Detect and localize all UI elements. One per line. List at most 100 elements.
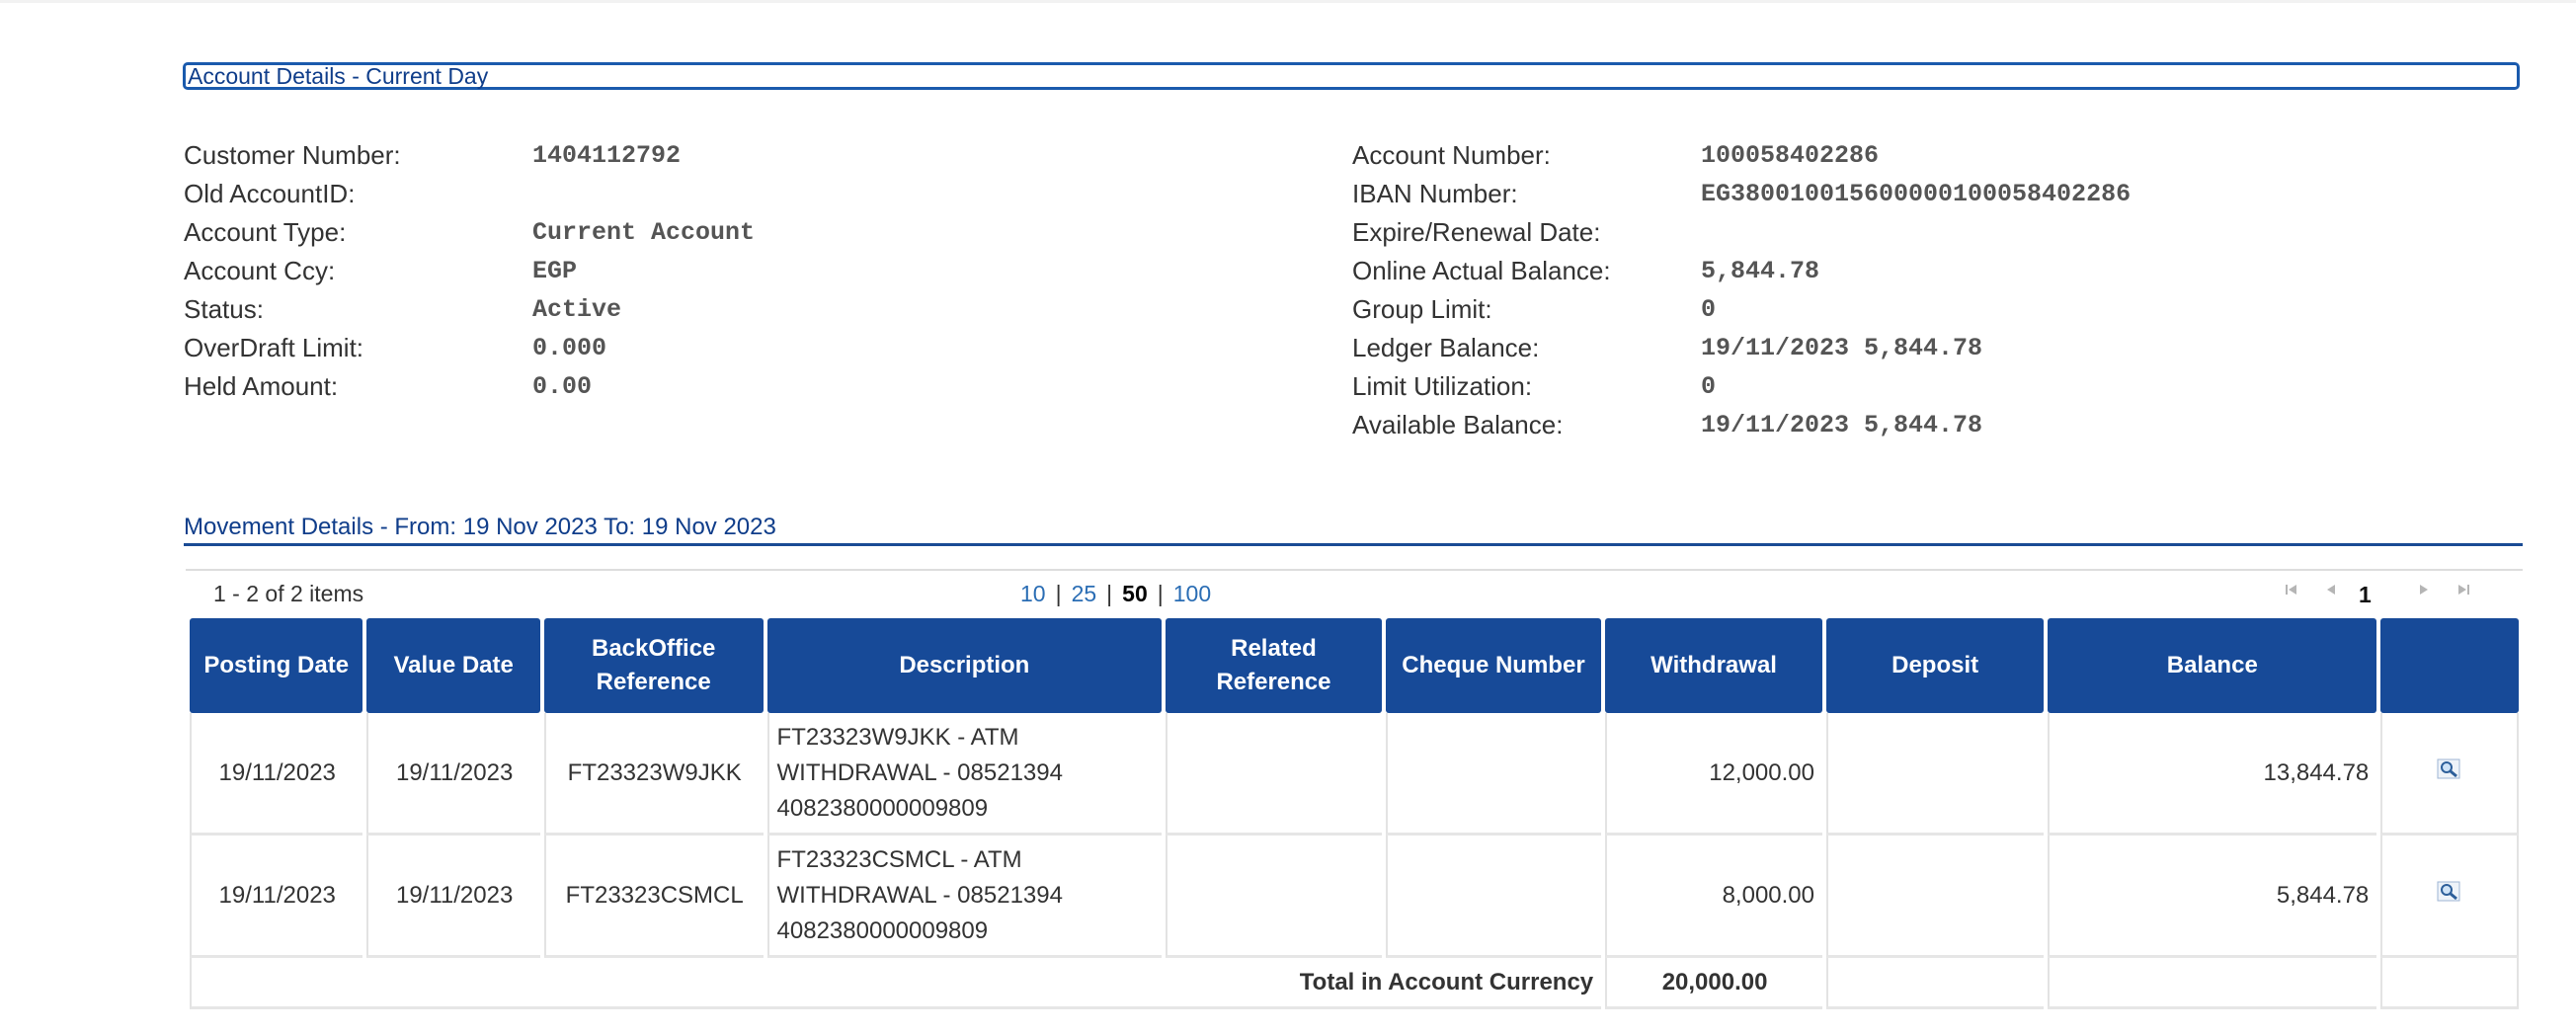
info-label: Status: [184, 294, 264, 324]
cell-backoffice-reference: FT23323CSMCL [543, 836, 764, 958]
info-row-status: Status: Active [184, 290, 1073, 329]
info-label: Limit Utilization: [1352, 371, 1533, 401]
separator: | [1157, 581, 1164, 606]
info-label: Ledger Balance: [1352, 333, 1540, 362]
info-label: Held Amount: [184, 371, 339, 401]
info-row-account-type: Account Type: Current Account [184, 213, 1073, 252]
cell-cheque-number [1385, 836, 1602, 958]
column-header-backoffice-reference[interactable]: BackOffice Reference [543, 618, 764, 713]
page: Account Details - Current Day Customer N… [0, 0, 2576, 1035]
page-size-100[interactable]: 100 [1173, 581, 1211, 606]
pager-bar: 1 - 2 of 2 items 10 | 25 | 50 | 100 1 [186, 569, 2523, 618]
current-page-number[interactable]: 1 [2359, 582, 2372, 608]
cell-posting-date: 19/11/2023 [190, 836, 363, 958]
page-size-50[interactable]: 50 [1122, 581, 1148, 606]
total-balance [2048, 958, 2377, 1009]
table-row: 19/11/2023 19/11/2023 FT23323CSMCL FT233… [190, 836, 2519, 958]
separator: | [1106, 581, 1113, 606]
description-line: FT23323CSMCL - ATM [776, 845, 1022, 873]
info-row-account-ccy: Account Ccy: EGP [184, 252, 1073, 290]
info-value: 0.000 [532, 334, 607, 362]
total-deposit [1826, 958, 2045, 1009]
prev-page-icon[interactable] [2319, 581, 2343, 606]
separator: | [1055, 581, 1062, 606]
page-size-selector: 10 | 25 | 50 | 100 [1020, 581, 1211, 607]
page-size-10[interactable]: 10 [1020, 581, 1046, 606]
info-value: 0 [1701, 295, 1717, 324]
cell-description: FT23323CSMCL - ATM WITHDRAWAL - 08521394… [766, 836, 1163, 958]
cell-actions [2380, 836, 2519, 958]
column-header-related-reference[interactable]: Related Reference [1166, 618, 1382, 713]
first-page-icon[interactable] [2280, 581, 2303, 606]
info-value: 0.00 [532, 372, 593, 401]
info-row-online-actual-balance: Online Actual Balance: 5,844.78 [1352, 252, 2439, 290]
account-details-header[interactable]: Account Details - Current Day [183, 62, 2520, 90]
info-value: Active [532, 295, 622, 324]
cell-cheque-number [1385, 713, 1602, 836]
column-header-withdrawal[interactable]: Withdrawal [1605, 618, 1822, 713]
movement-details-title: Movement Details - From: 19 Nov 2023 To:… [184, 514, 776, 540]
movement-divider [184, 543, 2523, 546]
cell-deposit [1826, 713, 2045, 836]
magnifier-icon[interactable] [2437, 878, 2462, 901]
cell-description: FT23323W9JKK - ATM WITHDRAWAL - 08521394… [766, 713, 1163, 836]
cell-related-reference [1166, 713, 1382, 836]
cell-actions [2380, 713, 2519, 836]
cell-balance: 5,844.78 [2048, 836, 2377, 958]
cell-withdrawal: 12,000.00 [1605, 713, 1822, 836]
info-value: 5,844.78 [1701, 257, 1820, 285]
magnifier-icon[interactable] [2437, 756, 2462, 778]
cell-balance: 13,844.78 [2048, 713, 2377, 836]
info-value: 19/11/2023 5,844.78 [1701, 411, 1983, 439]
info-value: 19/11/2023 5,844.78 [1701, 334, 1983, 362]
info-row-customer-number: Customer Number: 1404112792 [184, 136, 1073, 175]
info-row-expire-renewal-date: Expire/Renewal Date: [1352, 213, 2439, 252]
info-label: Account Ccy: [184, 256, 336, 285]
info-label: IBAN Number: [1352, 179, 1518, 208]
info-label: Customer Number: [184, 140, 401, 170]
cell-backoffice-reference: FT23323W9JKK [543, 713, 764, 836]
next-page-icon[interactable] [2412, 581, 2436, 606]
info-value: 100058402286 [1701, 141, 1880, 170]
column-header-description[interactable]: Description [766, 618, 1163, 713]
info-label: Available Balance: [1352, 410, 1564, 439]
info-row-available-balance: Available Balance: 19/11/2023 5,844.78 [1352, 406, 2439, 444]
items-count: 1 - 2 of 2 items [213, 581, 364, 606]
cell-value-date: 19/11/2023 [366, 836, 540, 958]
cell-withdrawal: 8,000.00 [1605, 836, 1822, 958]
cell-related-reference [1166, 836, 1382, 958]
info-label: Account Number: [1352, 140, 1551, 170]
total-actions [2380, 958, 2519, 1009]
pager-nav [2280, 581, 2517, 610]
description-line: WITHDRAWAL - 08521394 [776, 881, 1063, 909]
description-line: 4082380000009809 [776, 916, 989, 944]
info-row-limit-utilization: Limit Utilization: 0 [1352, 367, 2439, 406]
column-header-deposit[interactable]: Deposit [1826, 618, 2045, 713]
column-header-posting-date[interactable]: Posting Date [190, 618, 363, 713]
column-header-cheque-number[interactable]: Cheque Number [1385, 618, 1602, 713]
page-size-25[interactable]: 25 [1072, 581, 1097, 606]
description-line: WITHDRAWAL - 08521394 [776, 758, 1063, 786]
cell-deposit [1826, 836, 2045, 958]
info-label: OverDraft Limit: [184, 333, 364, 362]
column-header-balance[interactable]: Balance [2048, 618, 2377, 713]
info-row-account-number: Account Number: 100058402286 [1352, 136, 2439, 175]
info-value: EG380010015600000100058402286 [1701, 180, 2132, 208]
total-withdrawal: 20,000.00 [1605, 958, 1822, 1009]
info-label: Account Type: [184, 217, 347, 247]
info-value: 0 [1701, 372, 1717, 401]
info-row-old-account-id: Old AccountID: [184, 175, 1073, 213]
column-header-actions [2380, 618, 2519, 713]
info-value: Current Account [532, 218, 756, 247]
info-row-group-limit: Group Limit: 0 [1352, 290, 2439, 329]
table-row: 19/11/2023 19/11/2023 FT23323W9JKK FT233… [190, 713, 2519, 836]
info-row-iban-number: IBAN Number: EG3800100156000001000584022… [1352, 175, 2439, 213]
last-page-icon[interactable] [2452, 581, 2475, 606]
total-label: Total in Account Currency [190, 958, 1602, 1009]
column-header-value-date[interactable]: Value Date [366, 618, 540, 713]
info-row-ledger-balance: Ledger Balance: 19/11/2023 5,844.78 [1352, 329, 2439, 367]
movement-table: Posting Date Value Date BackOffice Refer… [186, 618, 2523, 1009]
table-header-row: Posting Date Value Date BackOffice Refer… [190, 618, 2519, 713]
cell-value-date: 19/11/2023 [366, 713, 540, 836]
info-label: Online Actual Balance: [1352, 256, 1611, 285]
